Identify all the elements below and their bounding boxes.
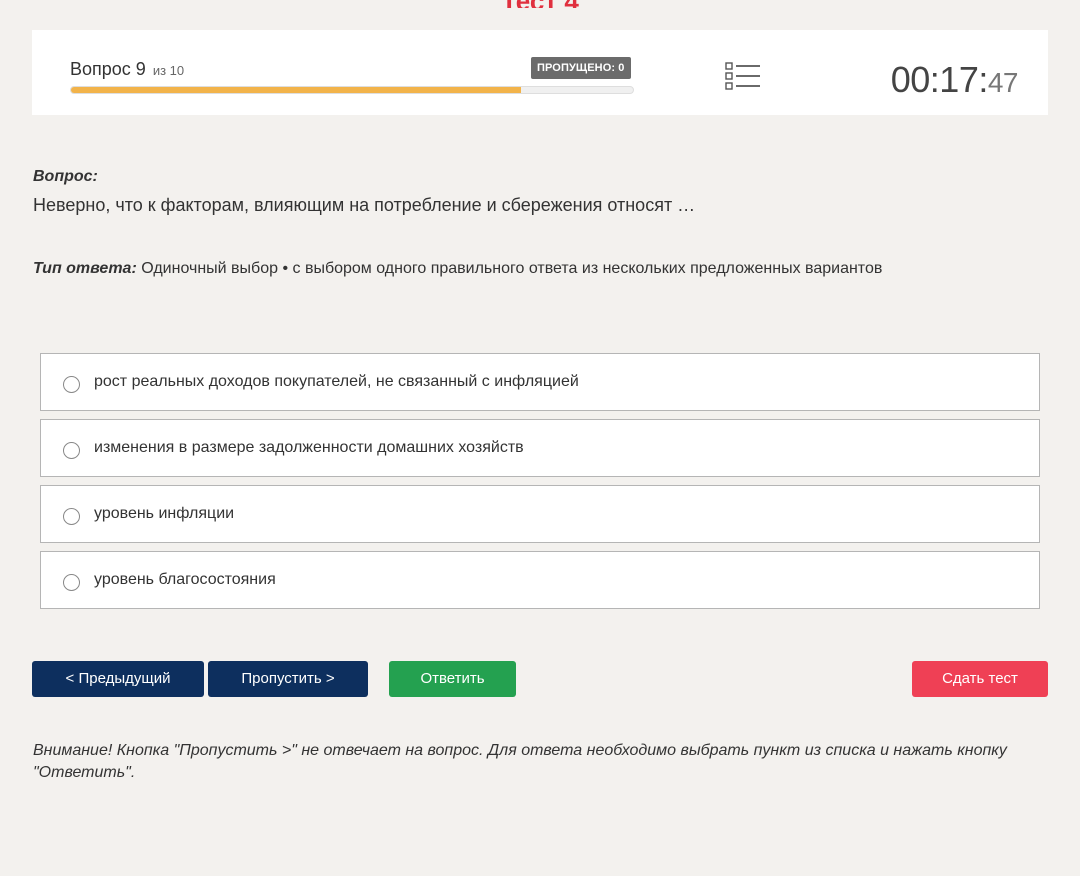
answer-options: рост реальных доходов покупателей, не св… xyxy=(40,353,1040,617)
timer-hours-minutes: 00:17: xyxy=(890,59,989,100)
answer-option-text: изменения в размере задолженности домашн… xyxy=(94,439,524,456)
answer-option-text: уровень инфляции xyxy=(94,505,235,522)
progress-bar-fill xyxy=(71,87,521,93)
progress-bar xyxy=(70,86,634,94)
question-heading: Вопрос: xyxy=(33,168,98,185)
timer-seconds: 47 xyxy=(987,67,1019,98)
answer-option[interactable]: рост реальных доходов покупателей, не св… xyxy=(40,353,1040,411)
previous-button[interactable]: < Предыдущий xyxy=(32,661,204,697)
question-text: Неверно, что к факторам, влияющим на пот… xyxy=(33,195,696,215)
progress-panel: Вопрос 9 из 10 ПРОПУЩЕНО: 0 00:17:47 xyxy=(32,30,1048,115)
answer-option-text: уровень благосостояния xyxy=(94,571,276,588)
skip-button[interactable]: Пропустить > xyxy=(208,661,368,697)
skip-notice: Внимание! Кнопка "Пропустить >" не отвеч… xyxy=(33,742,1007,781)
question-total: из 10 xyxy=(152,63,185,78)
question-number: Вопрос 9 xyxy=(70,59,146,79)
answer-option-text: рост реальных доходов покупателей, не св… xyxy=(94,373,579,390)
skipped-badge: ПРОПУЩЕНО: 0 xyxy=(531,57,631,79)
answer-option[interactable]: уровень инфляции xyxy=(40,485,1040,543)
answer-option[interactable]: изменения в размере задолженности домашн… xyxy=(40,419,1040,477)
radio-button[interactable] xyxy=(63,376,80,393)
answer-type-value: Одиночный выбор • с выбором одного прави… xyxy=(141,260,883,277)
answer-type: Тип ответа: Одиночный выбор • с выбором … xyxy=(33,260,882,278)
radio-button[interactable] xyxy=(63,508,80,525)
question-counter: Вопрос 9 из 10 xyxy=(70,59,184,80)
radio-button[interactable] xyxy=(63,574,80,591)
radio-button[interactable] xyxy=(63,442,80,459)
answer-button[interactable]: Ответить xyxy=(389,661,516,697)
timer: 00:17:47 xyxy=(890,59,1019,101)
answer-type-label: Тип ответа: xyxy=(33,260,137,277)
list-icon[interactable] xyxy=(725,60,761,92)
answer-option[interactable]: уровень благосостояния xyxy=(40,551,1040,609)
page-title: Тест 4 xyxy=(0,0,1080,8)
finish-test-button[interactable]: Сдать тест xyxy=(912,661,1048,697)
